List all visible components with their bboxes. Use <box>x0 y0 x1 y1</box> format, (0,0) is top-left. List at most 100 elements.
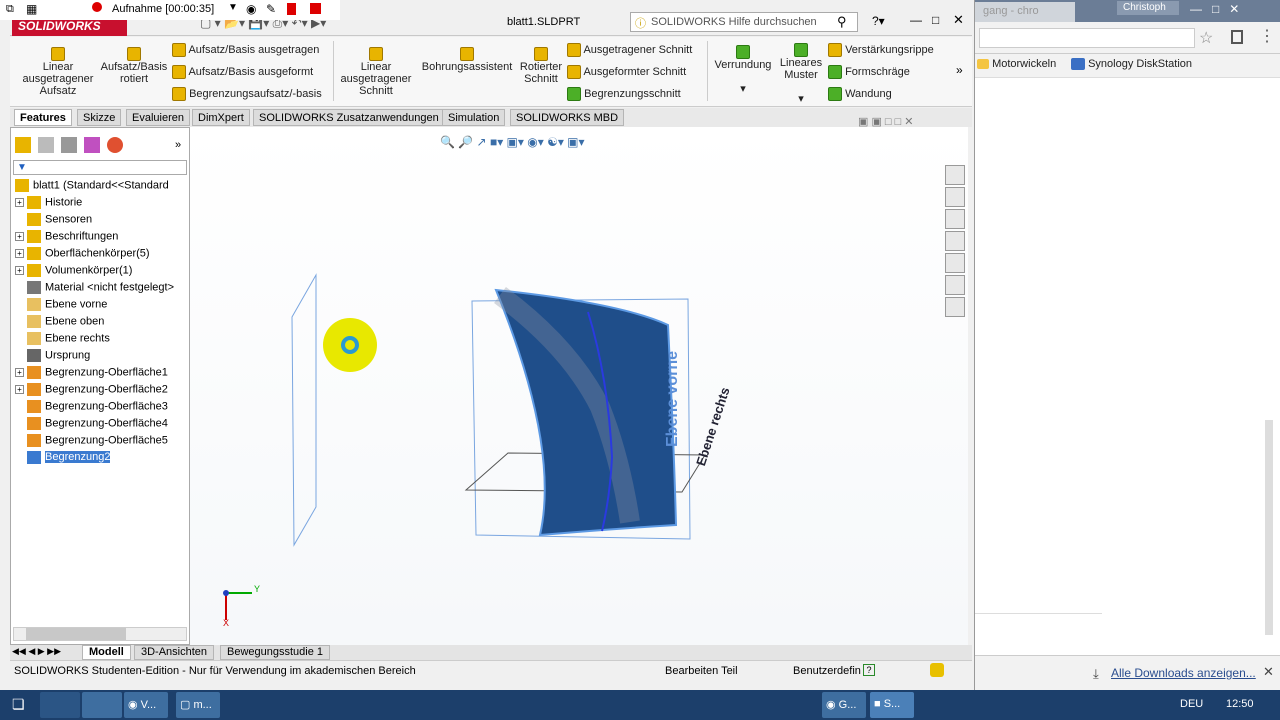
tree-item[interactable]: + Begrenzung-Oberfläche2 <box>15 383 168 399</box>
hole-wizard-button[interactable]: Bohrungsassistent <box>420 47 514 73</box>
dimxpert-manager-icon[interactable] <box>84 137 101 153</box>
resources-icon[interactable] <box>945 187 965 207</box>
model-view[interactable] <box>190 127 968 645</box>
star-icon[interactable]: ☆ <box>1199 28 1213 48</box>
boundary-cut-button[interactable]: Begrenzungsschnitt <box>567 87 681 101</box>
bookmark-motorwickeln[interactable]: Motorwickeln <box>977 58 1056 70</box>
expand-toggle-icon[interactable]: + <box>15 368 24 377</box>
file-explorer-icon[interactable] <box>945 231 965 251</box>
tab-3d-views[interactable]: 3D-Ansichten <box>134 645 215 660</box>
restore-icon[interactable]: ⧉ <box>6 3 14 16</box>
extruded-boss-button[interactable]: Linear ausgetragener Aufsatz <box>18 47 98 97</box>
tree-item[interactable]: Begrenzung2 <box>15 451 111 467</box>
windows-start-icon[interactable]: ❏ <box>12 696 25 713</box>
forum-icon[interactable] <box>945 297 965 317</box>
help-menu-icon[interactable]: ?▾ <box>872 14 885 28</box>
tree-hscrollbar[interactable] <box>13 627 187 641</box>
tree-item[interactable]: Ebene rechts <box>15 332 110 348</box>
address-bar[interactable]: ☆ ⋮ <box>975 22 1280 54</box>
maximize-icon[interactable]: □ <box>932 13 939 27</box>
tab-dimxpert[interactable]: DimXpert <box>192 109 250 126</box>
config-manager-icon[interactable] <box>61 137 78 153</box>
rib-button[interactable]: Verstärkungsrippe <box>828 43 934 57</box>
feature-manager-icon[interactable] <box>15 137 31 153</box>
pause-icon[interactable] <box>287 3 296 15</box>
swept-boss-button[interactable]: Aufsatz/Basis ausgetragen <box>172 43 319 57</box>
help-search-field[interactable]: ⓘ SOLIDWORKS Hilfe durchsuchen ⚲ <box>630 12 858 32</box>
folder-button[interactable] <box>82 692 122 718</box>
pen-icon[interactable]: ✎ <box>266 2 276 16</box>
tree-item[interactable]: + Beschriftungen <box>15 230 118 246</box>
expand-toggle-icon[interactable]: + <box>15 249 24 258</box>
tab-sketch[interactable]: Skizze <box>77 109 122 126</box>
browser-scrollbar[interactable] <box>1265 420 1273 635</box>
graphics-area[interactable]: 🔍 🔎 ↗ ■▾ ▣▾ ◉▾ ☯▾ ▣▾ ▣ ▣ □ □ ✕ Ebene vor… <box>190 116 968 645</box>
tab-mbd[interactable]: SOLIDWORKS MBD <box>510 109 625 126</box>
ribbon-more-icon[interactable]: » <box>956 63 963 77</box>
user-badge[interactable]: Christoph <box>1117 1 1179 15</box>
revolved-cut-button[interactable]: Rotierter Schnitt <box>516 47 566 85</box>
browser-taskbar-button[interactable]: ◉ G... <box>822 692 866 718</box>
shell-button[interactable]: Wandung <box>828 87 892 101</box>
search-icon[interactable]: ⚲ <box>837 14 847 30</box>
tree-item[interactable]: Sensoren <box>15 213 92 229</box>
explorer-button[interactable] <box>40 692 80 718</box>
tab-model[interactable]: Modell <box>82 645 131 660</box>
camera-icon[interactable]: ◉ <box>246 2 256 16</box>
tree-item[interactable]: Begrenzung-Oberfläche5 <box>15 434 168 450</box>
minimize-icon[interactable]: — <box>910 13 922 27</box>
stop-icon[interactable] <box>310 3 321 14</box>
close-icon[interactable]: ✕ <box>1263 664 1274 680</box>
extension-icon[interactable] <box>1231 30 1243 44</box>
clock[interactable]: 12:50 <box>1226 698 1254 710</box>
tree-item[interactable]: Ebene oben <box>15 315 104 331</box>
close-icon[interactable]: ✕ <box>953 12 964 28</box>
custom-properties-icon[interactable] <box>945 275 965 295</box>
expand-toggle-icon[interactable]: + <box>15 266 24 275</box>
tab-addins[interactable]: SOLIDWORKS Zusatzanwendungen <box>253 109 445 126</box>
menu-icon[interactable]: ⋮ <box>1259 26 1275 46</box>
lofted-boss-button[interactable]: Aufsatz/Basis ausgeformt <box>172 65 313 79</box>
tree-item[interactable]: Material <nicht festgelegt> <box>15 281 174 297</box>
tree-item[interactable]: Begrenzung-Oberfläche4 <box>15 417 168 433</box>
fullscreen-icon[interactable]: ▦ <box>26 2 37 16</box>
filter-field[interactable]: ▼ <box>13 160 187 175</box>
expand-toggle-icon[interactable]: + <box>15 198 24 207</box>
solidworks-taskbar-button[interactable]: ■ S... <box>870 692 914 718</box>
tree-item[interactable]: + Volumenkörper(1) <box>15 264 132 280</box>
tree-item[interactable]: Ursprung <box>15 349 90 365</box>
tree-root[interactable]: blatt1 (Standard<<Standard <box>15 179 169 195</box>
tab-features[interactable]: Features <box>14 109 72 126</box>
tab-simulation[interactable]: Simulation <box>442 109 506 126</box>
appearances-icon[interactable] <box>945 253 965 273</box>
tab-motion-study[interactable]: Bewegungsstudie 1 <box>220 645 331 660</box>
revolved-boss-button[interactable]: Aufsatz/Basis rotiert <box>98 47 170 85</box>
expand-toggle-icon[interactable]: + <box>15 232 24 241</box>
all-downloads-link[interactable]: Alle Downloads anzeigen... <box>1111 666 1256 680</box>
draft-button[interactable]: Formschräge <box>828 65 910 79</box>
manager-tabs[interactable]: » <box>15 137 185 157</box>
url-field[interactable] <box>979 28 1195 48</box>
status-units[interactable]: Benutzerdefin <box>793 665 861 677</box>
fillet-button[interactable]: Verrundung ▾ <box>710 45 776 95</box>
swept-cut-button[interactable]: Ausgetragener Schnitt <box>567 43 692 57</box>
expand-icon[interactable]: » <box>175 139 181 151</box>
design-library-icon[interactable] <box>945 209 965 229</box>
rebuild-icon[interactable] <box>930 663 944 677</box>
property-manager-icon[interactable] <box>38 137 55 153</box>
extruded-cut-button[interactable]: Linear ausgetragener Schnitt <box>336 47 416 97</box>
units-help-icon[interactable]: ? <box>863 664 875 676</box>
home-icon[interactable] <box>945 165 965 185</box>
linear-pattern-button[interactable]: Lineares Muster ▾ <box>776 43 826 105</box>
browser-tab[interactable]: gang - chro <box>975 2 1075 22</box>
tab-evaluate[interactable]: Evaluieren <box>126 109 190 126</box>
tree-item[interactable]: + Begrenzung-Oberfläche1 <box>15 366 168 382</box>
expand-toggle-icon[interactable]: + <box>15 385 24 394</box>
language-indicator[interactable]: DEU <box>1180 698 1203 710</box>
tree-item[interactable]: + Historie <box>15 196 82 212</box>
boundary-boss-button[interactable]: Begrenzungsaufsatz/-basis <box>172 87 322 101</box>
chrome-taskbar-button[interactable]: ◉ V... <box>124 692 168 718</box>
bookmark-synology[interactable]: Synology DiskStation <box>1071 58 1192 71</box>
tree-item[interactable]: Ebene vorne <box>15 298 107 314</box>
nav-arrows[interactable]: ◀◀ ◀ ▶ ▶▶ <box>12 646 61 657</box>
